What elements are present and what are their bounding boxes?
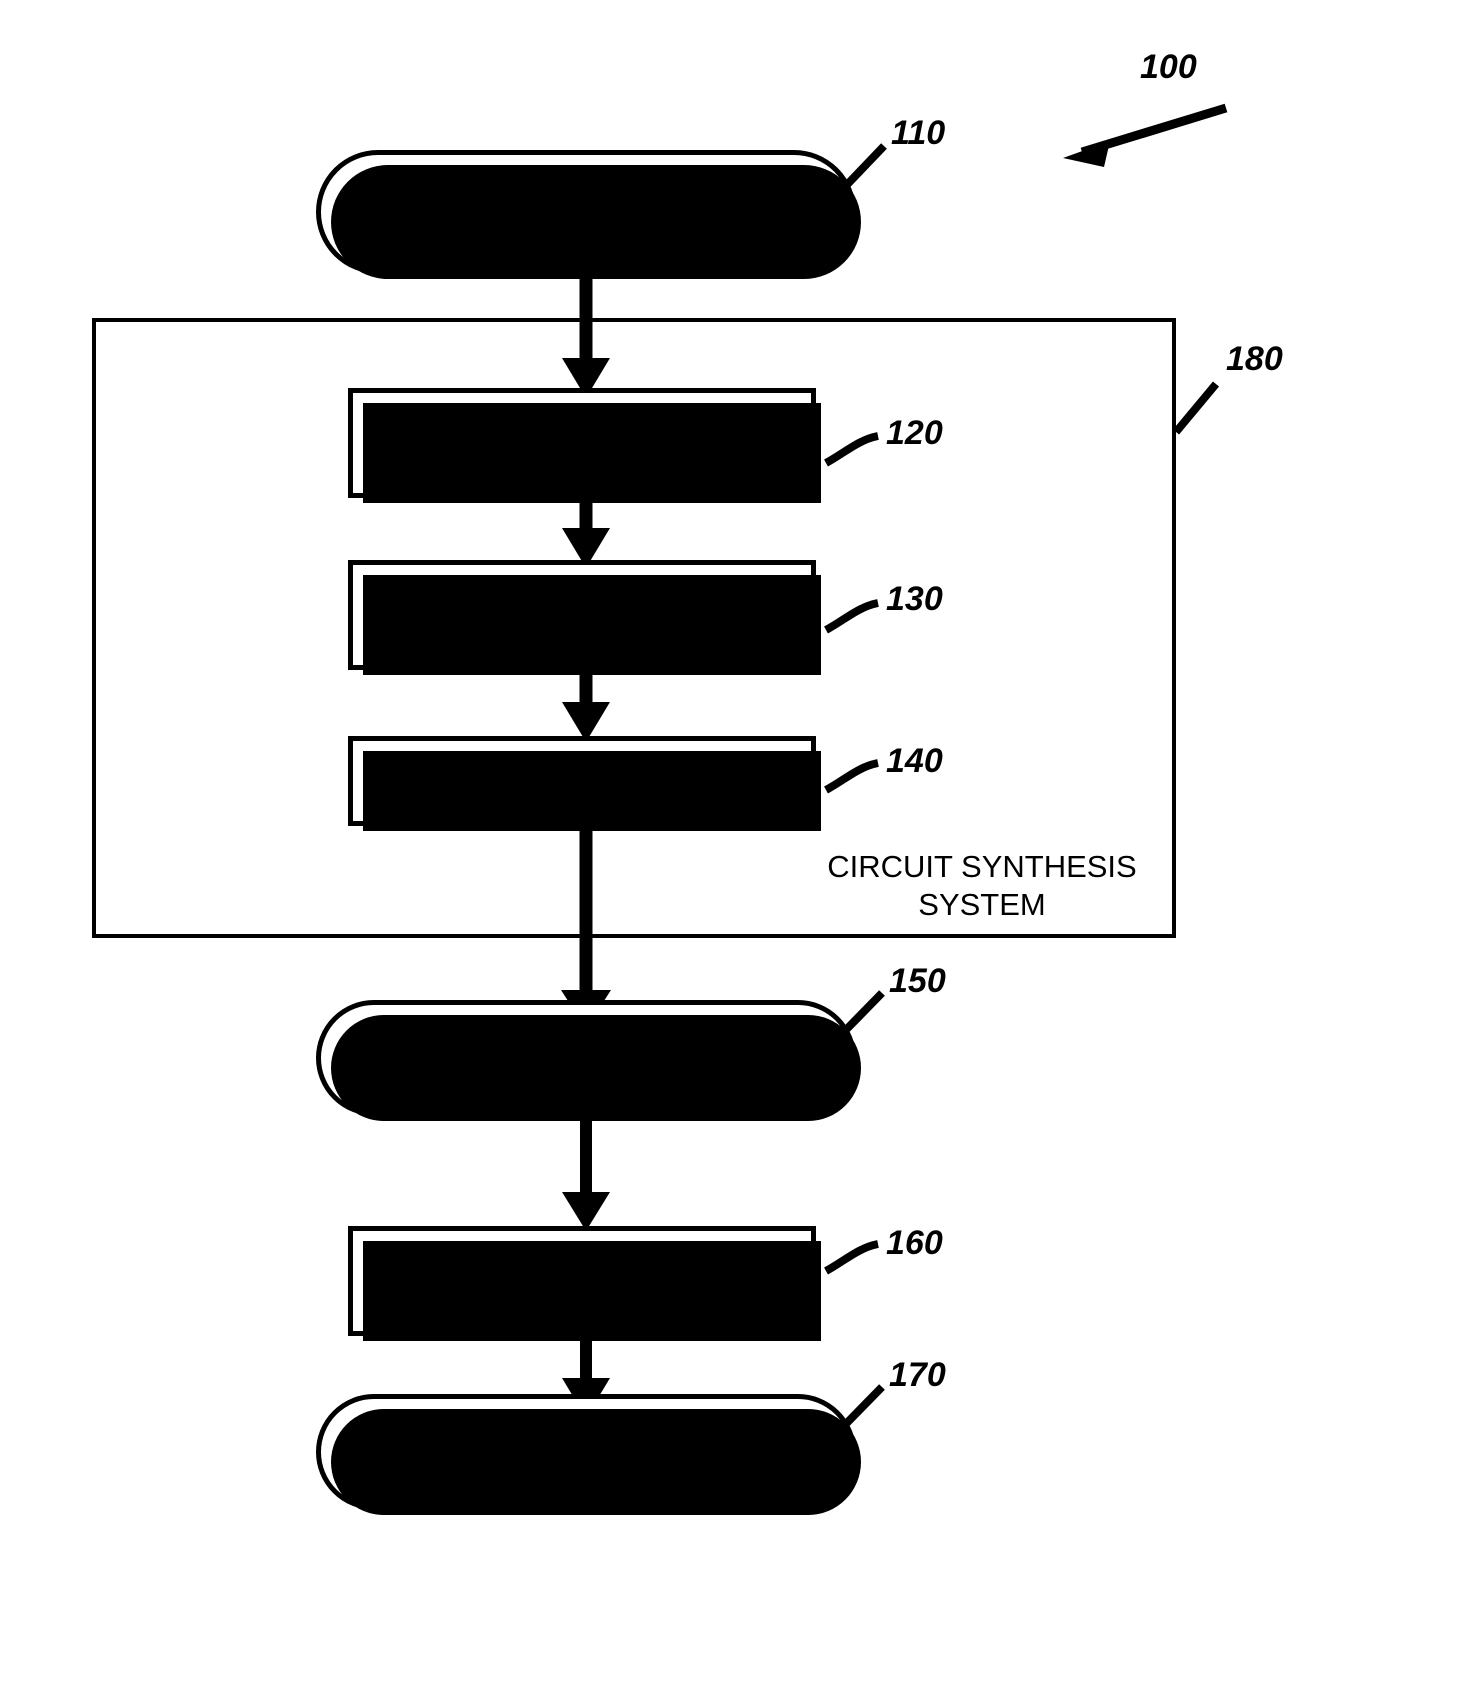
leader-180 <box>1172 381 1220 435</box>
ref-numeral-170: 170 <box>889 1356 946 1394</box>
system-boundary-caption: CIRCUIT SYNTHESIS SYSTEM <box>827 849 1137 922</box>
node-label-120: TERM REWRITING SYSTEM COMPILER <box>436 407 728 477</box>
arrow-150-to-160 <box>562 1115 610 1231</box>
ref-numeral-120: 120 <box>886 414 943 452</box>
node-asynchronous-circuit-specification[interactable]: ASYNCHRONOUS CIRCUIT SPECIFICATION <box>316 150 861 279</box>
node-term-rewriting-system-compiler[interactable]: TERM REWRITING SYSTEM COMPILER <box>348 388 821 503</box>
ref-numeral-160: 160 <box>886 1224 943 1262</box>
ref-numeral-130: 130 <box>886 580 943 618</box>
node-label-140: HARDWARE COMPILER <box>410 763 754 797</box>
node-detailed-hardware-description[interactable]: DETAILED HARDWARE DESCRIPTION <box>316 1000 861 1121</box>
node-label-110: ASYNCHRONOUS CIRCUIT SPECIFICATION <box>390 176 782 246</box>
node-hardware-compiler[interactable]: HARDWARE COMPILER <box>348 736 821 831</box>
ref-numeral-140: 140 <box>886 742 943 780</box>
node-label-170: HARDWARE <box>498 1434 674 1468</box>
figure-canvas: 100 ASYNCHRONOUS CIRCUIT SPECIFICATION 1… <box>0 0 1468 1681</box>
ref-numeral-180: 180 <box>1226 340 1283 378</box>
node-label-150: DETAILED HARDWARE DESCRIPTION <box>420 1022 752 1092</box>
node-label-130: SYNCHRONOUS CIRCUIT SPECIFICATION <box>396 579 768 649</box>
ref-numeral-110: 110 <box>891 114 946 152</box>
ref-numeral-150: 150 <box>889 962 946 1000</box>
leader-160 <box>824 1240 879 1275</box>
node-synchronous-circuit-specification[interactable]: SYNCHRONOUS CIRCUIT SPECIFICATION <box>348 560 821 675</box>
node-hardware[interactable]: HARDWARE <box>316 1394 861 1515</box>
figure-pointer-arrow <box>1063 103 1228 167</box>
node-label-160: CIRCUIT LAYOUT AND FABRICATION <box>421 1245 743 1315</box>
node-circuit-layout-and-fabrication[interactable]: CIRCUIT LAYOUT AND FABRICATION <box>348 1226 821 1341</box>
ref-numeral-100: 100 <box>1140 48 1197 86</box>
